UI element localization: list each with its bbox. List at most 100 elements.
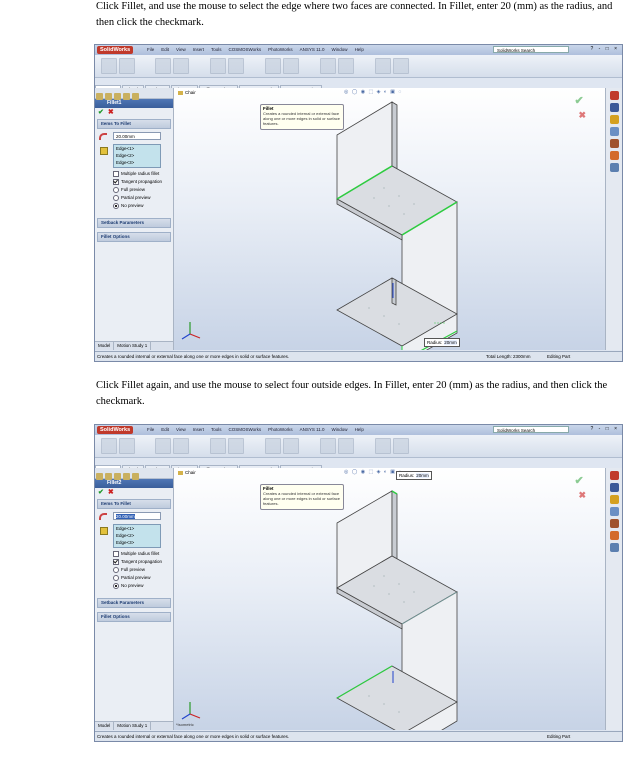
- checkbox[interactable]: [113, 178, 119, 185]
- pattern-icon[interactable]: [228, 438, 244, 454]
- confirmation-corner[interactable]: ✔ ✖: [574, 476, 586, 501]
- shell-icon[interactable]: [320, 58, 336, 74]
- fillet-icon[interactable]: [210, 438, 226, 454]
- search-icon[interactable]: [609, 507, 619, 516]
- graphics-area[interactable]: Chair ◎ ◯ ◉ ⬚ ◈ ◐ ▣ ◌ Radius: 20mm Fillet…: [174, 468, 606, 730]
- radio[interactable]: [113, 202, 119, 209]
- option-multiple-radius[interactable]: Multiple radius fillet: [113, 550, 173, 558]
- graphics-area[interactable]: Chair ◎ ◯ ◉ ⬚ ◈ ◐ ▣ ◌ Fillet Creates a r…: [174, 88, 606, 350]
- extrude-cut-icon[interactable]: [155, 438, 171, 454]
- menu-photoworks[interactable]: PhotoWorks: [268, 47, 292, 52]
- dimxpert-icon[interactable]: [123, 473, 130, 480]
- window-controls[interactable]: ? - □ ×: [590, 46, 619, 52]
- shell-icon[interactable]: [320, 438, 336, 454]
- feature-tree-icon[interactable]: [96, 473, 103, 480]
- confirmation-corner[interactable]: ✔ ✖: [574, 96, 586, 121]
- chair-model[interactable]: [174, 88, 606, 350]
- option-full-preview[interactable]: Full preview: [113, 186, 173, 194]
- chair-model[interactable]: [174, 468, 606, 730]
- section-items-to-fillet[interactable]: Items To Fillet: [97, 499, 171, 509]
- radio[interactable]: [113, 566, 119, 573]
- search-input[interactable]: SolidWorks Search: [493, 46, 569, 53]
- reference-geometry-icon[interactable]: [375, 58, 391, 74]
- menu-cosmosworks[interactable]: COSMOSWorks: [229, 47, 262, 52]
- radius-input[interactable]: 20.00mm: [113, 132, 161, 140]
- rib-icon[interactable]: [265, 438, 281, 454]
- edges-selection-box[interactable]: Edge<1> Edge<2> Edge<3>: [113, 144, 161, 168]
- confirm-ok-icon[interactable]: ✔: [574, 475, 583, 487]
- confirm-cancel-icon[interactable]: ✖: [578, 110, 586, 121]
- menu-edit[interactable]: Edit: [161, 47, 169, 52]
- tab-model[interactable]: Model: [95, 722, 115, 730]
- curves-icon[interactable]: [393, 58, 409, 74]
- checkbox[interactable]: [113, 558, 119, 565]
- menu-window[interactable]: Window: [332, 47, 348, 52]
- ok-checkmark-button[interactable]: ✔: [98, 109, 104, 116]
- menu-window[interactable]: Window: [332, 427, 348, 432]
- radius-callout[interactable]: Radius: 20mm: [424, 338, 460, 347]
- appearances-icon[interactable]: [609, 151, 619, 160]
- dimxpert-icon[interactable]: [123, 93, 130, 100]
- menu-help[interactable]: Help: [355, 47, 364, 52]
- menu-file[interactable]: File: [147, 427, 154, 432]
- cancel-button[interactable]: ✖: [108, 109, 114, 116]
- confirm-ok-icon[interactable]: ✔: [574, 95, 583, 107]
- custom-properties-icon[interactable]: [609, 543, 619, 552]
- section-fillet-options[interactable]: Fillet Options: [97, 612, 171, 622]
- radio[interactable]: [113, 194, 119, 201]
- mirror-icon[interactable]: [338, 58, 354, 74]
- menu-view[interactable]: View: [176, 427, 186, 432]
- tab-motion-study[interactable]: Motion Study 1: [114, 342, 152, 350]
- checkbox[interactable]: [113, 170, 119, 177]
- feature-tree-icon[interactable]: [96, 93, 103, 100]
- draft-icon[interactable]: [283, 58, 299, 74]
- section-setback-parameters[interactable]: Setback Parameters: [97, 598, 171, 608]
- option-partial-preview[interactable]: Partial preview: [113, 574, 173, 582]
- fillet-icon[interactable]: [210, 58, 226, 74]
- extrude-cut-icon[interactable]: [155, 58, 171, 74]
- custom-properties-icon[interactable]: [609, 163, 619, 172]
- menu-tools[interactable]: Tools: [211, 427, 222, 432]
- radio[interactable]: [113, 582, 119, 589]
- cancel-button[interactable]: ✖: [108, 489, 114, 496]
- menu-view[interactable]: View: [176, 47, 186, 52]
- display-manager-icon[interactable]: [132, 473, 139, 480]
- checkbox[interactable]: [113, 550, 119, 557]
- menu-ansys[interactable]: ANSYS 11.0: [300, 47, 325, 52]
- option-tangent-propagation[interactable]: Tangent propagation: [113, 178, 173, 186]
- option-multiple-radius[interactable]: Multiple radius fillet: [113, 170, 173, 178]
- radius-callout-value[interactable]: 20mm: [444, 340, 457, 345]
- revolve-cut-icon[interactable]: [173, 58, 189, 74]
- radio[interactable]: [113, 574, 119, 581]
- revolve-boss-icon[interactable]: [119, 58, 135, 74]
- extrude-boss-icon[interactable]: [101, 58, 117, 74]
- radio[interactable]: [113, 186, 119, 193]
- confirm-cancel-icon[interactable]: ✖: [578, 490, 586, 501]
- menu-edit[interactable]: Edit: [161, 427, 169, 432]
- menu-photoworks[interactable]: PhotoWorks: [268, 427, 292, 432]
- edges-selection-box[interactable]: Edge<1> Edge<2> Edge<3>: [113, 524, 161, 548]
- tab-model[interactable]: Model: [95, 342, 115, 350]
- display-manager-icon[interactable]: [132, 93, 139, 100]
- option-no-preview[interactable]: No preview: [113, 202, 173, 210]
- section-setback-parameters[interactable]: Setback Parameters: [97, 218, 171, 228]
- appearances-icon[interactable]: [609, 531, 619, 540]
- design-library-icon[interactable]: [609, 483, 619, 492]
- search-icon[interactable]: [609, 127, 619, 136]
- revolve-cut-icon[interactable]: [173, 438, 189, 454]
- section-items-to-fillet[interactable]: Items To Fillet: [97, 119, 171, 129]
- file-explorer-icon[interactable]: [609, 495, 619, 504]
- option-partial-preview[interactable]: Partial preview: [113, 194, 173, 202]
- design-library-icon[interactable]: [609, 103, 619, 112]
- resources-icon[interactable]: [609, 91, 619, 100]
- menu-insert[interactable]: Insert: [193, 47, 204, 52]
- rib-icon[interactable]: [265, 58, 281, 74]
- extrude-boss-icon[interactable]: [101, 438, 117, 454]
- section-fillet-options[interactable]: Fillet Options: [97, 232, 171, 242]
- file-explorer-icon[interactable]: [609, 115, 619, 124]
- view-palette-icon[interactable]: [609, 139, 619, 148]
- radius-input[interactable]: 20.00mm: [113, 512, 161, 520]
- option-tangent-propagation[interactable]: Tangent propagation: [113, 558, 173, 566]
- curves-icon[interactable]: [393, 438, 409, 454]
- option-full-preview[interactable]: Full preview: [113, 566, 173, 574]
